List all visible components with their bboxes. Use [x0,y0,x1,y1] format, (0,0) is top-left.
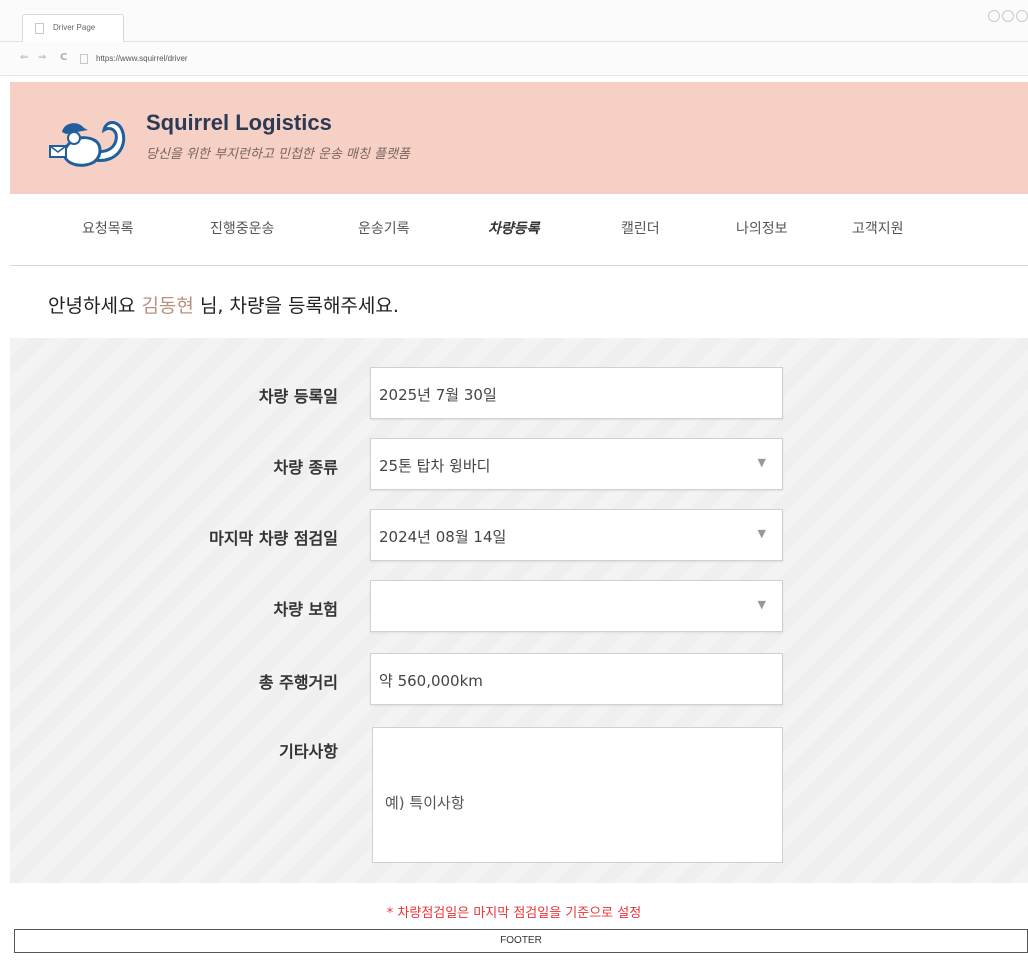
back-arrow-icon[interactable]: ⇐ [20,52,28,63]
address-bar: ⇐ ⇒ C https://www.squirrel/driver [0,42,1028,76]
notes-textarea[interactable]: 예) 특이사항 [372,727,783,863]
registration-date-value: 2025년 7월 30일 [379,386,497,404]
registration-date-field[interactable]: 2025년 7월 30일 [370,367,783,419]
total-mileage-field[interactable]: 약 560,000km [370,653,783,705]
squirrel-logo-icon[interactable] [48,110,130,170]
greeting-prefix: 안녕하세요 [48,295,136,317]
nav-item-calendar[interactable]: 캘린더 [621,218,660,238]
nav-item-in-progress[interactable]: 진행중운송 [210,218,274,238]
total-mileage-label: 총 주행거리 [258,673,338,692]
nav-item-request-list[interactable]: 요청목록 [82,218,134,238]
last-inspection-label: 마지막 차량 점검일 [209,529,338,548]
notes-placeholder: 예) 특이사항 [385,794,465,812]
notes-label: 기타사항 [279,742,338,761]
forward-arrow-icon[interactable]: ⇒ [38,52,46,63]
url-field[interactable]: https://www.squirrel/driver [96,54,188,63]
brand-tagline: 당신을 위한 부지런하고 민첩한 운송 매칭 플랫폼 [146,147,410,162]
browser-tab-bar: Driver Page [0,0,1028,42]
window-controls [988,10,1028,22]
insurance-select[interactable]: ▼ [370,580,783,632]
last-inspection-value: 2024년 08월 14일 [379,528,507,546]
vehicle-type-select[interactable]: 25톤 탑차 윙바디 ▼ [370,438,783,490]
browser-tab[interactable]: Driver Page [22,14,124,42]
nav-item-my-info[interactable]: 나의정보 [736,218,788,238]
tab-title: Driver Page [53,23,96,32]
main-navigation: 요청목록 진행중운송 운송기록 차량등록 캘린더 나의정보 고객지원 [10,196,1028,266]
window-maximize-icon[interactable] [1016,10,1028,22]
footer: FOOTER [14,929,1028,953]
greeting-suffix: 님, 차량을 등록해주세요. [199,295,399,317]
site-header: Squirrel Logistics 당신을 위한 부지런하고 민첩한 운송 매… [10,82,1028,194]
chevron-down-icon: ▼ [757,527,766,540]
greeting-message: 안녕하세요 김동현 님, 차량을 등록해주세요. [48,291,399,318]
brand-name[interactable]: Squirrel Logistics [146,110,332,136]
reload-icon[interactable]: C [60,52,67,63]
registration-date-label: 차량 등록일 [258,387,338,406]
chevron-down-icon: ▼ [757,598,766,611]
page-icon [35,23,44,34]
nav-item-support[interactable]: 고객지원 [852,218,904,238]
nav-item-vehicle-registration[interactable]: 차량등록 [488,218,540,238]
chevron-down-icon: ▼ [757,456,766,469]
window-close-icon[interactable] [988,10,1000,22]
vehicle-type-label: 차량 종류 [273,458,338,477]
nav-item-history[interactable]: 운송기록 [358,218,410,238]
total-mileage-value: 약 560,000km [379,672,483,690]
window-minimize-icon[interactable] [1002,10,1014,22]
inspection-notice: * 차량점검일은 마지막 점검일을 기준으로 설정 [386,906,642,921]
insurance-label: 차량 보험 [273,600,338,619]
user-name: 김동현 [141,295,194,317]
last-inspection-select[interactable]: 2024년 08월 14일 ▼ [370,509,783,561]
page-icon [80,54,88,64]
vehicle-type-value: 25톤 탑차 윙바디 [379,457,491,475]
